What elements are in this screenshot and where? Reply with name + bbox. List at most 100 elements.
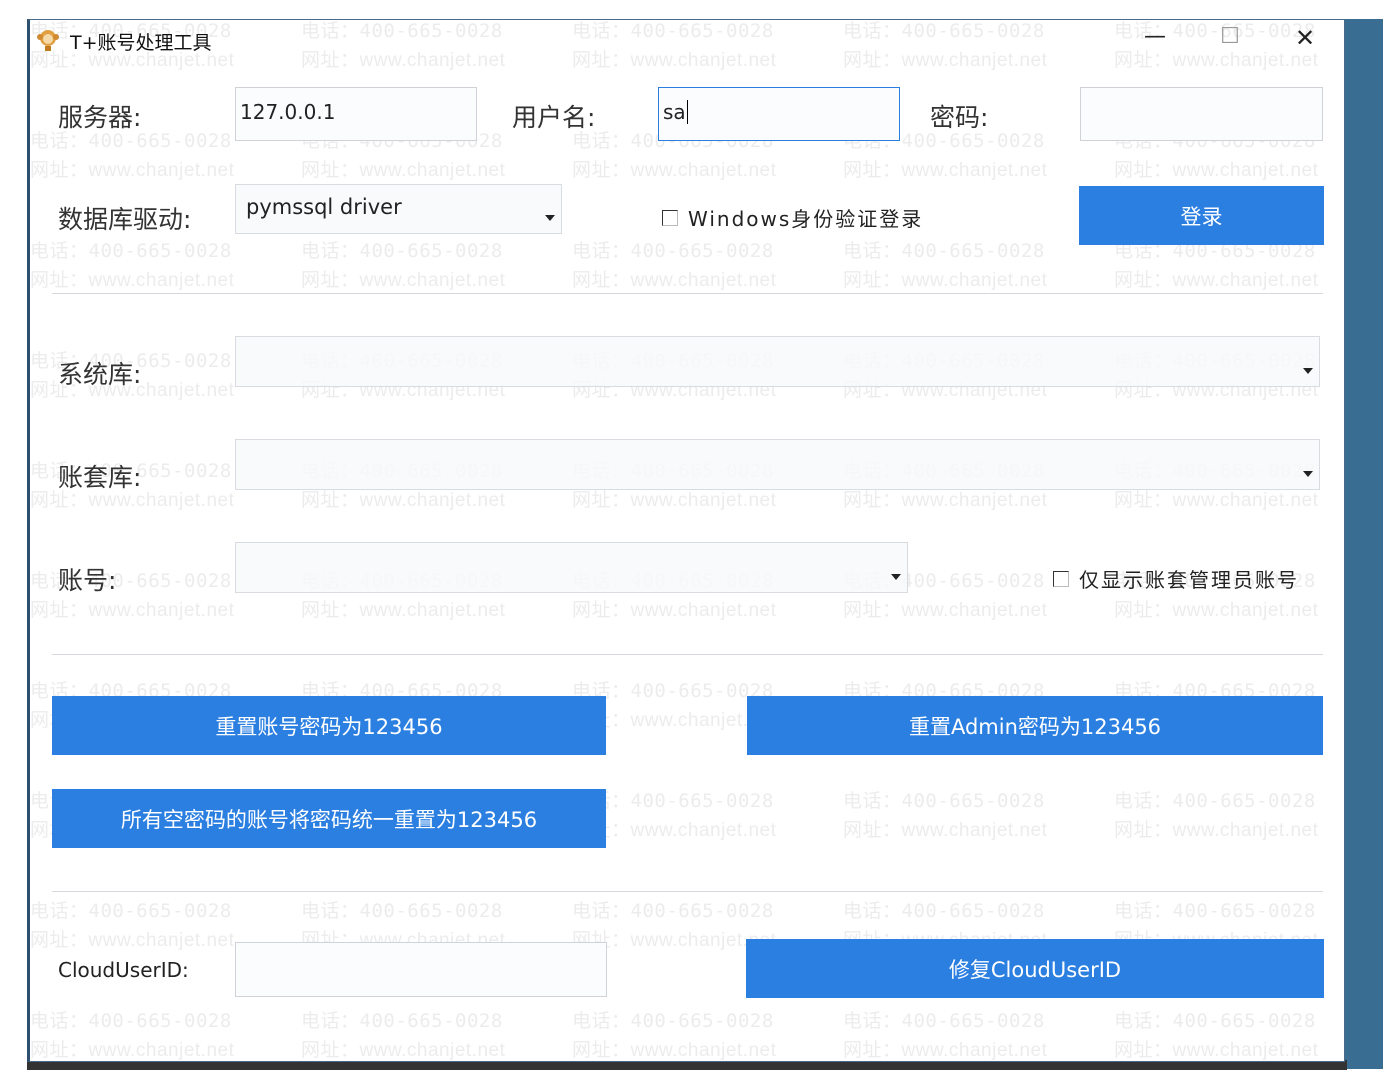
watermark-phone: 电话：400-665-0028 xyxy=(301,1010,503,1032)
watermark-site: 网址：www.chanjet.net xyxy=(572,490,777,511)
monkey-app-icon xyxy=(37,30,59,51)
app-window: 电话：400-665-0028 网址：www.chanjet.net 电话：400-… xyxy=(27,19,1345,1062)
chevron-down-icon xyxy=(1303,471,1313,477)
watermark-phone: 电话：400-665-0028 xyxy=(572,1010,774,1032)
watermark-site: 网址：www.chanjet.net xyxy=(30,600,235,621)
watermark-site: 网址：www.chanjet.net xyxy=(843,50,1048,71)
system-db-label: 系统库: xyxy=(58,360,142,389)
reset-admin-password-button[interactable]: 重置Admin密码为123456 xyxy=(747,696,1323,755)
watermark-phone: 电话：400-665-0028 xyxy=(843,20,1045,42)
chevron-down-icon xyxy=(545,215,555,221)
watermark-text: 电话：400-665-0028网址：www.chanjet.net xyxy=(1114,236,1318,296)
driver-label: 数据库驱动: xyxy=(58,205,192,234)
watermark-text: 电话：400-665-0028网址：www.chanjet.net xyxy=(30,126,234,186)
watermark-text: 电话：400-665-0028 网址：www.chanjet.net xyxy=(572,236,776,296)
server-label: 服务器: xyxy=(58,103,142,132)
watermark-text: 电话：400-665-0028 网址：www.chanjet.net xyxy=(843,1006,1048,1061)
watermark-text: 电话：400-665-0028 网址：www.chanjet.net xyxy=(572,1006,777,1061)
username-label: 用户名: xyxy=(512,103,596,132)
watermark-text: 电话：400-665-0028 网址：www.chanjet.net xyxy=(301,1006,506,1061)
account-label: 账号: xyxy=(58,566,117,595)
watermark-phone: 电话：400-665-0028 xyxy=(30,240,232,262)
watermark-text: 电话：400-665-0028 网址：www.chanjet.net xyxy=(30,236,234,296)
watermark-phone: 电话：400-665-0028 xyxy=(30,1010,232,1032)
watermark-text: 电话：400-665-0028 网址：www.chanjet.net xyxy=(843,20,1048,76)
watermark-site: 网址：www.chanjet.net xyxy=(301,490,506,511)
username-value: sa xyxy=(663,100,686,124)
watermark-phone: 电话：400-665-0028 xyxy=(30,900,232,922)
watermark-phone: 电话：400-665-0028 xyxy=(301,240,503,262)
account-set-select[interactable] xyxy=(235,439,1320,490)
divider xyxy=(52,654,1323,655)
watermark-text: 电话：400-665-0028网址：www.chanjet.net xyxy=(843,236,1047,296)
chevron-down-icon xyxy=(891,574,901,580)
watermark-site: 网址：www.chanjet.net xyxy=(1114,600,1319,621)
watermark-phone: 电话：400-665-0028 xyxy=(1114,790,1316,812)
system-db-select[interactable] xyxy=(235,336,1320,387)
watermark-site: 网址：www.chanjet.net xyxy=(572,50,777,71)
windows-auth-label: Windows身份验证登录 xyxy=(688,207,924,231)
watermark-site: 网址：www.chanjet.net xyxy=(843,160,1048,181)
login-button[interactable]: 登录 xyxy=(1079,186,1324,245)
watermark-phone: 电话：400-665-0028 xyxy=(843,240,1045,262)
driver-select[interactable]: pymssql driver xyxy=(235,184,562,234)
watermark-phone: 电话：400-665-0028 xyxy=(301,900,503,922)
close-button[interactable]: ✕ xyxy=(1285,24,1325,52)
watermark-site: 网址：www.chanjet.net xyxy=(1114,160,1319,181)
watermark-phone: 电话：400-665-0028 xyxy=(301,20,503,42)
watermark-phone: 电话：400-665-0028 xyxy=(572,900,774,922)
watermark-text: 电话：400-665-0028 网址：www.chanjet.net xyxy=(301,20,506,76)
watermark-text: 电话：400-665-0028 网址：www.chanjet.net xyxy=(30,1006,235,1061)
desktop-background xyxy=(1345,19,1383,1069)
divider xyxy=(52,293,1323,294)
cloud-user-id-input[interactable] xyxy=(235,942,607,997)
watermark-site: 网址：www.chanjet.net xyxy=(572,1040,777,1061)
watermark-text: 电话：400-665-0028网址：www.chanjet.net xyxy=(30,896,234,956)
watermark-site: 网址：www.chanjet.net xyxy=(1114,490,1319,511)
divider xyxy=(52,891,1323,892)
account-set-label: 账套库: xyxy=(58,463,142,492)
watermark-site: 网址：www.chanjet.net xyxy=(572,270,777,291)
minimize-button[interactable]: — xyxy=(1135,24,1175,49)
server-input[interactable]: 127.0.0.1 xyxy=(235,87,477,141)
driver-value: pymssql driver xyxy=(246,195,402,219)
watermark-site: 网址：www.chanjet.net xyxy=(30,270,235,291)
password-input[interactable] xyxy=(1080,87,1323,141)
checkbox-icon xyxy=(1053,570,1069,587)
maximize-button[interactable]: ☐ xyxy=(1210,24,1250,49)
watermark-site: 网址：www.chanjet.net xyxy=(301,160,506,181)
watermark-site: 网址：www.chanjet.net xyxy=(301,600,506,621)
watermark-site: 网址：www.chanjet.net xyxy=(301,50,506,71)
watermark-phone: 电话：400-665-0028 xyxy=(843,900,1045,922)
admin-only-checkbox[interactable]: 仅显示账套管理员账号 xyxy=(1053,564,1299,593)
watermark-text: 电话：400-665-0028网址：www.chanjet.net xyxy=(301,236,505,296)
watermark-phone: 电话：400-665-0028 xyxy=(572,20,774,42)
watermark-site: 网址：www.chanjet.net xyxy=(30,160,235,181)
cloud-user-id-label: CloudUserID: xyxy=(58,958,189,982)
admin-only-label: 仅显示账套管理员账号 xyxy=(1079,568,1299,592)
watermark-phone: 电话：400-665-0028 xyxy=(843,790,1045,812)
watermark-text: 电话：400-665-0028网址：www.chanjet.net xyxy=(1114,786,1318,846)
username-input[interactable]: sa xyxy=(658,87,900,141)
reset-empty-passwords-button[interactable]: 所有空密码的账号将密码统一重置为123456 xyxy=(52,789,606,848)
reset-account-password-button[interactable]: 重置账号密码为123456 xyxy=(52,696,606,755)
watermark-phone: 电话：400-665-0028 xyxy=(843,1010,1045,1032)
watermark-text: 电话：400-665-0028网址：www.chanjet.net xyxy=(1114,1006,1318,1061)
watermark-site: 网址：www.chanjet.net xyxy=(301,1040,506,1061)
window-title: T+账号处理工具 xyxy=(70,32,212,54)
watermark-site: 网址：www.chanjet.net xyxy=(1114,270,1319,291)
watermark-phone: 电话：400-665-0028 xyxy=(572,240,774,262)
account-select[interactable] xyxy=(235,542,908,593)
watermark-site: 网址：www.chanjet.net xyxy=(843,820,1048,841)
password-label: 密码: xyxy=(930,103,989,132)
watermark-site: 网址：www.chanjet.net xyxy=(843,1040,1048,1061)
watermark-site: 网址：www.chanjet.net xyxy=(30,1040,235,1061)
watermark-phone: 电话：400-665-0028 xyxy=(1114,1010,1316,1032)
checkbox-icon xyxy=(662,209,678,226)
watermark-site: 网址：www.chanjet.net xyxy=(843,600,1048,621)
repair-cloud-user-id-button[interactable]: 修复CloudUserID xyxy=(746,939,1324,998)
watermark-text: 电话：400-665-0028 网址：www.chanjet.net xyxy=(572,20,777,76)
windows-auth-checkbox[interactable]: Windows身份验证登录 xyxy=(662,203,923,232)
watermark-text: 电话：400-665-0028 网址：www.chanjet.net xyxy=(843,786,1047,846)
watermark-site: 网址：www.chanjet.net xyxy=(843,490,1048,511)
